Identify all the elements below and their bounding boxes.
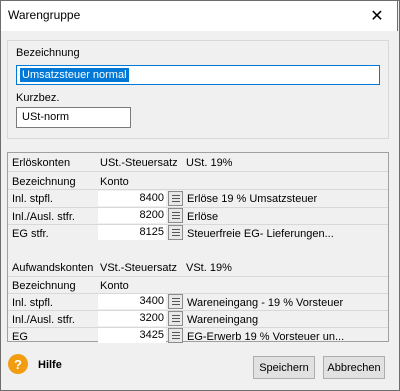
divider — [8, 327, 388, 328]
kurzbez-label: Kurzbez. — [16, 92, 60, 104]
aufwand-subheader-konto: Konto — [100, 280, 129, 292]
divider — [8, 171, 388, 172]
aufwand-row-label: Inl. stpfl. — [12, 297, 53, 309]
list-lookup-icon[interactable] — [168, 328, 183, 343]
erloes-row-label: Inl./Ausl. stfr. — [12, 211, 75, 223]
aufwand-row-label: EG — [12, 331, 28, 343]
aufwand-konto-desc: EG-Erwerb 19 % Vorsteuer un... — [187, 331, 345, 343]
aufwand-konto-field[interactable]: 3425 — [98, 328, 166, 343]
erloes-konto-field[interactable]: 8125 — [98, 225, 166, 240]
erloes-header: Erlöskonten — [12, 157, 71, 169]
erloes-konto-desc: Erlöse 19 % Umsatzsteuer — [187, 193, 318, 205]
aufwand-subheader-name: Bezeichnung — [12, 280, 76, 292]
help-label[interactable]: Hilfe — [38, 359, 62, 371]
erloes-row-label: EG stfr. — [12, 228, 49, 240]
list-lookup-icon[interactable] — [168, 294, 183, 309]
erloes-row-label: Inl. stpfl. — [12, 193, 53, 205]
aufwand-row-label: Inl./Ausl. stfr. — [12, 314, 75, 326]
erloes-tax-label: USt.-Steuersatz — [100, 157, 178, 169]
divider — [8, 310, 388, 311]
divider — [8, 293, 388, 294]
window-title: Warengruppe — [8, 8, 81, 22]
aufwand-konto-field[interactable]: 3200 — [98, 311, 166, 326]
help-icon[interactable]: ? — [8, 354, 28, 374]
list-lookup-icon[interactable] — [168, 225, 183, 240]
list-lookup-icon[interactable] — [168, 311, 183, 326]
kurzbez-input[interactable]: USt-norm — [16, 107, 131, 128]
divider — [8, 224, 388, 225]
cancel-button[interactable]: Abbrechen — [323, 356, 385, 379]
bezeichnung-selected-text: Umsatzsteuer normal — [20, 68, 129, 82]
aufwand-header: Aufwandskonten — [12, 262, 94, 274]
erloes-subheader-name: Bezeichnung — [12, 176, 76, 188]
erloes-konto-desc: Steuerfreie EG- Lieferungen... — [187, 228, 334, 240]
bezeichnung-label: Bezeichnung — [16, 47, 80, 59]
erloes-tax-value: USt. 19% — [186, 157, 233, 169]
divider — [8, 207, 388, 208]
aufwand-tax-label: VSt.-Steuersatz — [100, 262, 178, 274]
aufwand-konto-field[interactable]: 3400 — [98, 294, 166, 309]
bezeichnung-input[interactable]: Umsatzsteuer normal — [16, 65, 380, 85]
erloes-konto-desc: Erlöse — [187, 211, 219, 223]
save-button[interactable]: Speichern — [253, 356, 315, 379]
close-button[interactable]: ✕ — [355, 1, 399, 30]
aufwand-konto-desc: Wareneingang - 19 % Vorsteuer — [187, 297, 344, 309]
erloes-konto-field[interactable]: 8400 — [98, 191, 166, 206]
divider — [8, 189, 388, 190]
divider — [8, 276, 388, 277]
list-lookup-icon[interactable] — [168, 191, 183, 206]
aufwand-tax-value: VSt. 19% — [186, 262, 232, 274]
aufwand-konto-desc: Wareneingang — [187, 314, 259, 326]
erloes-subheader-konto: Konto — [100, 176, 129, 188]
list-lookup-icon[interactable] — [168, 208, 183, 223]
erloes-konto-field[interactable]: 8200 — [98, 208, 166, 223]
